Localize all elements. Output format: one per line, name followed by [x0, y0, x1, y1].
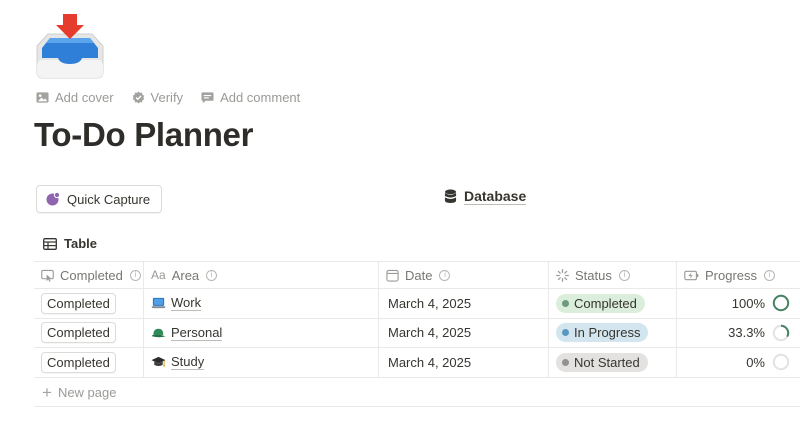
area-link[interactable]: Study: [151, 354, 205, 371]
info-icon[interactable]: i: [206, 269, 218, 281]
tab-table-view[interactable]: Table: [43, 236, 97, 251]
database-link-label: Database: [464, 188, 527, 205]
status-cell[interactable]: Completed: [549, 289, 677, 318]
text-property-icon: Aa: [151, 268, 166, 282]
quick-capture-label: Quick Capture: [67, 191, 151, 207]
completed-button[interactable]: Completed: [41, 292, 116, 314]
date-value: March 4, 2025: [388, 295, 472, 311]
table-icon: [43, 237, 57, 250]
status-dot: [562, 329, 569, 337]
area-label: Personal: [171, 324, 223, 341]
area-label: Work: [171, 295, 202, 312]
column-header-status[interactable]: Status i: [549, 262, 677, 288]
column-header-label: Status: [575, 267, 612, 283]
quick-capture-button[interactable]: Quick Capture: [36, 185, 163, 213]
new-page-button[interactable]: + New page: [42, 384, 116, 401]
table-row[interactable]: Completed Work March 4, 2025 Completed 1…: [34, 289, 800, 319]
area-cell[interactable]: Work: [144, 289, 379, 318]
completed-cell: Completed: [34, 318, 144, 347]
table-row[interactable]: Completed Personal March 4, 2025 In Prog…: [34, 318, 800, 348]
info-icon[interactable]: i: [618, 269, 630, 281]
status-badge: Completed: [556, 293, 645, 313]
progress-cell: 0%: [677, 348, 800, 377]
graduation-cap-icon: [151, 357, 166, 367]
area-label: Study: [171, 354, 205, 371]
date-cell[interactable]: March 4, 2025: [379, 318, 549, 347]
area-link[interactable]: Work: [151, 295, 202, 312]
progress-cell: 100%: [677, 289, 800, 318]
info-icon[interactable]: i: [439, 269, 451, 281]
status-label: Completed: [574, 295, 637, 311]
column-header-completed[interactable]: Completed i: [34, 262, 144, 288]
progress-value: 33.3%: [728, 325, 765, 341]
status-cell[interactable]: Not Started: [549, 348, 677, 377]
area-cell[interactable]: Personal: [144, 318, 379, 347]
verify-label: Verify: [150, 90, 184, 105]
status-icon: [556, 268, 569, 282]
plus-icon: +: [42, 383, 52, 402]
battery-icon: [684, 270, 699, 280]
inbox-tray-icon[interactable]: [34, 12, 106, 80]
column-header-label: Date: [405, 267, 433, 283]
database-table: Completed i Aa Area i Date i Status i Pr…: [34, 261, 800, 378]
verified-badge-icon: [132, 91, 144, 104]
image-icon: [36, 92, 49, 103]
date-cell[interactable]: March 4, 2025: [379, 289, 549, 318]
date-value: March 4, 2025: [388, 354, 472, 370]
database-link[interactable]: Database: [444, 188, 527, 205]
progress-ring-icon: [772, 354, 790, 371]
add-cover-button[interactable]: Add cover: [36, 90, 114, 105]
laptop-icon: [151, 298, 166, 309]
button-icon: [41, 269, 54, 282]
add-comment-button[interactable]: Add comment: [201, 90, 300, 105]
completed-cell: Completed: [34, 289, 144, 318]
progress-ring-icon: [772, 324, 790, 341]
table-header-row: Completed i Aa Area i Date i Status i Pr…: [34, 261, 800, 289]
column-header-label: Completed: [60, 267, 123, 283]
status-dot: [562, 358, 569, 366]
column-header-area[interactable]: Aa Area i: [144, 262, 379, 288]
verify-button[interactable]: Verify: [132, 90, 184, 105]
add-comment-label: Add comment: [220, 90, 301, 105]
date-cell[interactable]: March 4, 2025: [379, 348, 549, 377]
page-title[interactable]: To-Do Planner: [34, 116, 253, 154]
table-row[interactable]: Completed Study March 4, 2025 Not Starte…: [34, 348, 800, 378]
tab-table-label: Table: [64, 236, 97, 251]
page-controls: Add cover Verify Add comment: [36, 90, 300, 105]
add-cover-label: Add cover: [55, 90, 114, 105]
cap-icon: [151, 328, 166, 337]
status-badge: In Progress: [556, 323, 649, 343]
info-icon[interactable]: i: [129, 269, 141, 281]
calendar-icon: [386, 269, 399, 282]
completed-cell: Completed: [34, 348, 144, 377]
status-dot: [562, 299, 569, 307]
area-cell[interactable]: Study: [144, 348, 379, 377]
status-label: In Progress: [574, 325, 641, 341]
area-link[interactable]: Personal: [151, 324, 223, 341]
date-value: March 4, 2025: [388, 325, 472, 341]
column-header-label: Area: [171, 267, 200, 283]
completed-button[interactable]: Completed: [41, 322, 116, 344]
progress-ring-icon: [772, 295, 790, 312]
database-icon: [444, 189, 457, 203]
progress-cell: 33.3%: [677, 319, 800, 348]
status-cell[interactable]: In Progress: [549, 318, 677, 347]
comment-icon: [201, 92, 214, 104]
table-bottom-divider: [34, 406, 800, 407]
column-header-date[interactable]: Date i: [379, 262, 549, 288]
new-page-label: New page: [57, 385, 117, 400]
quick-capture-icon: [46, 191, 61, 206]
progress-value: 100%: [731, 295, 765, 311]
status-badge: Not Started: [556, 352, 648, 372]
completed-button[interactable]: Completed: [41, 351, 116, 373]
info-icon[interactable]: i: [764, 269, 776, 281]
status-label: Not Started: [574, 354, 640, 370]
column-header-label: Progress: [705, 267, 758, 283]
column-header-progress[interactable]: Progress i: [677, 262, 800, 288]
progress-value: 0%: [746, 354, 765, 370]
